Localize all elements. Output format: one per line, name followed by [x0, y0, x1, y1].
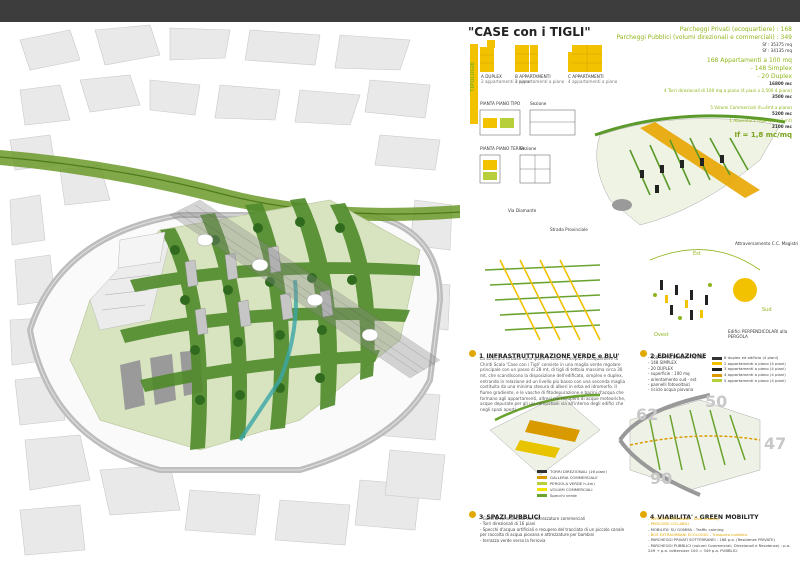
- section-1-bullet: [469, 350, 476, 357]
- spazi-legend-5: Specchi verde: [550, 493, 577, 498]
- stat-duplex: - 20 Duplex: [757, 73, 792, 80]
- section-label-2: Sezione: [520, 146, 537, 151]
- section-label-1: Sezione: [530, 101, 547, 106]
- plan-label-1: PIANTA PIANO TIPO: [480, 101, 521, 106]
- legend-item: 5 appartamenti a piano (4 piani): [712, 378, 786, 384]
- spazi-legend-1: TORRI DIREZIONALI (16 piani): [550, 469, 607, 474]
- stat-parcheggi-privati: Parcheggi Privati (ecoquartiere) : 168: [679, 26, 792, 33]
- stat-sf2: Sf : 34135 mq: [762, 48, 792, 53]
- section-2-bullet: [640, 350, 647, 357]
- section-3-list-item: - Specchi d'acqua artificiali e recupero…: [480, 526, 625, 538]
- label-sud: Sud: [762, 307, 772, 313]
- plan-label-2: PIANTA PIANO TERRA: [480, 146, 525, 151]
- label-via-4: Attraversamento C.C. Magistri: [735, 241, 799, 246]
- section-4-list-item: - PARCHEGGI PRIVATI SOTTERRANEI : 168 p.…: [648, 537, 775, 543]
- section-2-list-item: - riciclo acqua piovana: [648, 387, 694, 393]
- grid-diagram: [484, 259, 601, 341]
- stat-parcheggi-pubblici: Parcheggi Pubblici (volumi direzionali e…: [616, 34, 792, 41]
- section-3-list-item: - terrazza verde verso la ferrovia: [480, 537, 546, 543]
- typology-b-desc: 3 appartamenti a piano: [515, 79, 565, 84]
- label-est: Est: [693, 251, 701, 257]
- spazi-legend-3: PERGOLA VERDE h-4m): [550, 481, 595, 486]
- block-number: 50: [705, 392, 728, 411]
- spazi-legend-swatches: [537, 470, 547, 497]
- buildings-orientation-diagram: [649, 249, 761, 320]
- section-4-list: - PERCORSI PEDONALI - Slow mobility - PE…: [648, 516, 794, 553]
- stat-vol4: 2100 mc: [772, 124, 792, 129]
- label-ovest: Ovest: [654, 332, 669, 338]
- tipologie-label: TIPOLOGIE: [470, 62, 476, 92]
- label-edifici: Edifici PERPENDICOLARI alla PERGOLA: [728, 329, 788, 339]
- typology-c-desc: 4 appartamenti a piano: [568, 79, 618, 84]
- page-title: "CASE con i TIGLI": [468, 25, 591, 39]
- label-via-2: Strada Provinciale: [550, 227, 588, 232]
- section-3-bullet: [469, 511, 476, 518]
- section-4-list-item: - PARCHEGGI PUBBLICI (volumi Commerciali…: [648, 542, 791, 553]
- section-4-bullet: [640, 511, 647, 518]
- poster: "CASE con i TIGLI" TIPOLOGIE A DUPLEX 2 …: [0, 0, 800, 566]
- block-number: 90: [650, 469, 673, 488]
- section-2-list: - 168 APPARTAMENTI TOTALI - 148 SIMPLEX …: [648, 355, 705, 393]
- section-3-list: - Galleria commerciale con attrezzature …: [480, 516, 630, 543]
- spazi-legend-2: GALLERIA COMMERCIALE: [550, 475, 598, 480]
- stat-vol2: 3500 mc: [772, 94, 792, 99]
- masterplan-map: [0, 24, 786, 556]
- typology-blocks: [480, 40, 602, 72]
- stat-vol3: 5200 mc: [772, 111, 792, 116]
- block-number: 62: [636, 405, 659, 424]
- section-2-legend: 8 duplex ed edificio (4 piani) 2 apparta…: [712, 355, 786, 383]
- stat-appartamenti: 168 Appartamenti a 100 mq: [706, 57, 792, 64]
- block-number: 47: [764, 434, 787, 453]
- label-via-1: Via Diamante: [508, 208, 537, 213]
- section-1-text: La struttura di base sulla quale è stato…: [480, 356, 626, 413]
- spazi-legend-4: VOLUMI COMMERCIALI: [550, 487, 593, 492]
- stat-vol1: 16800 mc: [769, 81, 792, 86]
- stat-indice: If = 1,8 mc/mq: [734, 131, 792, 139]
- stat-simplex: - 148 Simplex: [750, 65, 792, 72]
